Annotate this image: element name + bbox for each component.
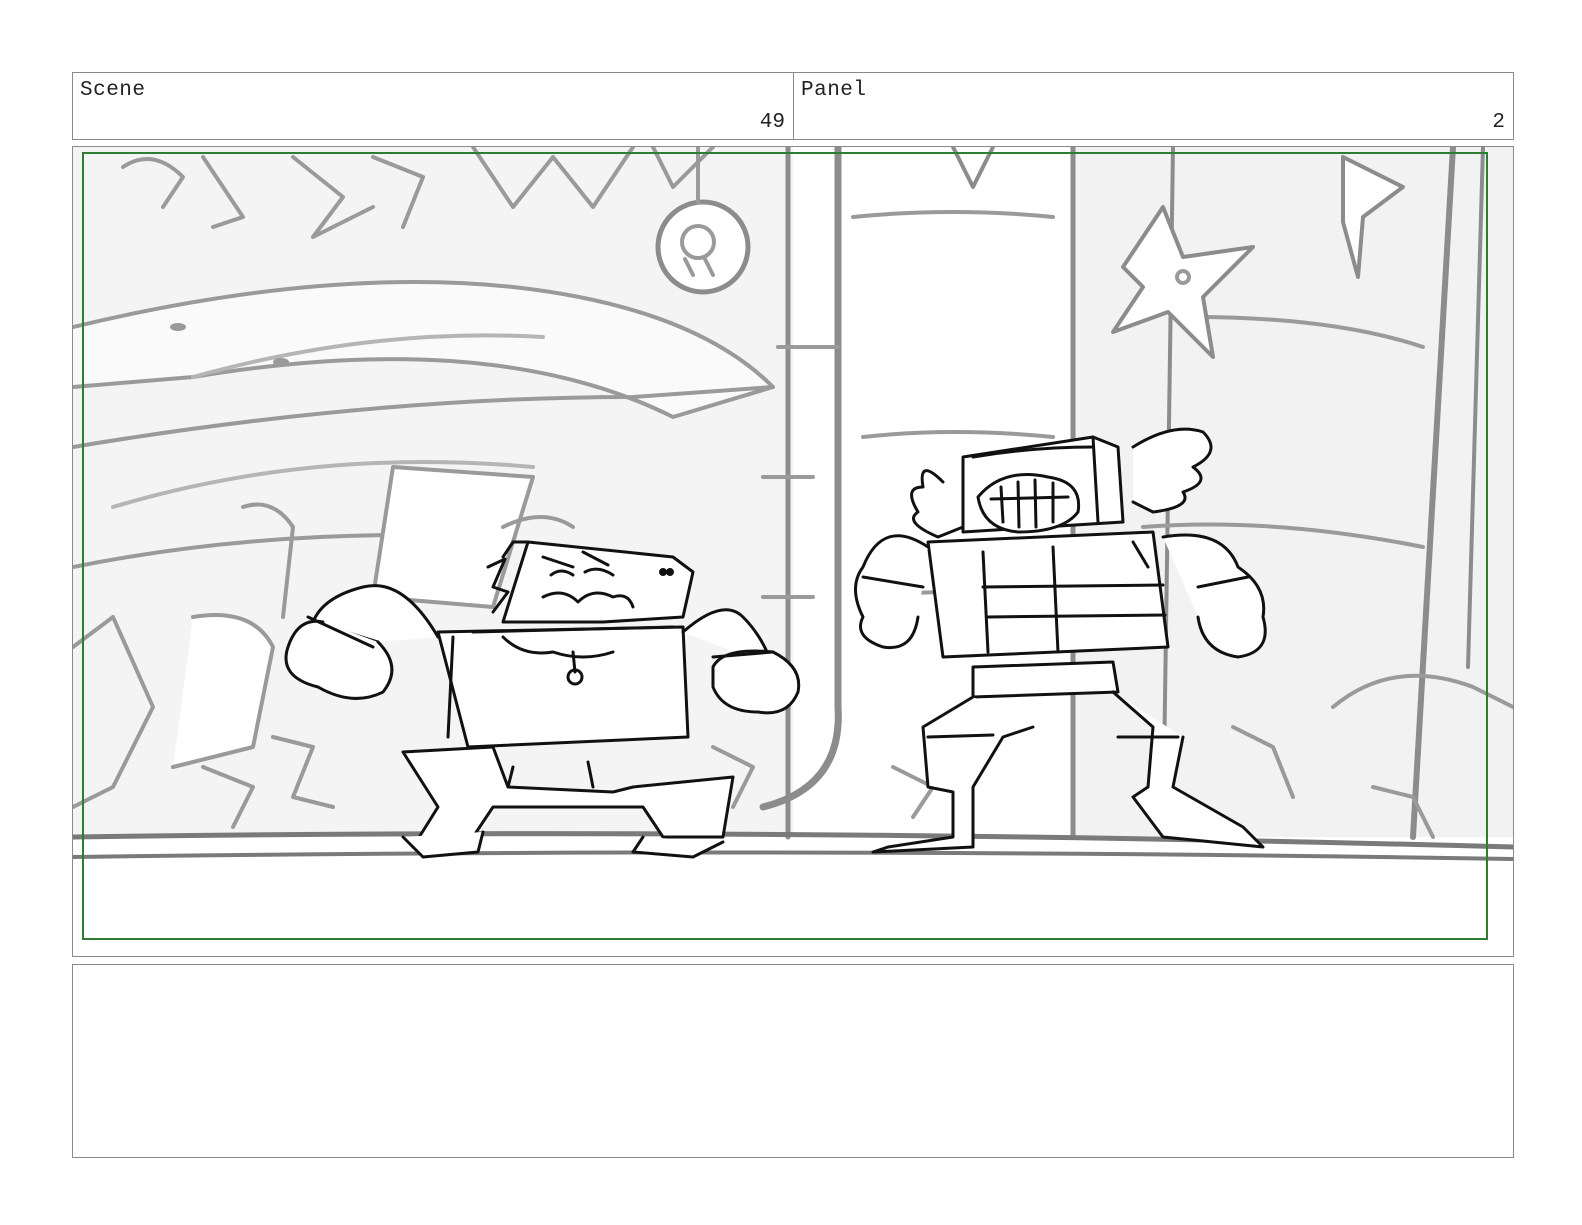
panel-cell: Panel 2 xyxy=(794,73,1513,139)
scene-label: Scene xyxy=(80,79,146,102)
scene-cell: Scene 49 xyxy=(73,73,794,139)
storyboard-panel-artwork xyxy=(72,146,1514,957)
storyboard-header: Scene 49 Panel 2 xyxy=(72,72,1514,140)
scene-number: 49 xyxy=(759,111,785,134)
notes-text xyxy=(73,965,1513,981)
panel-label: Panel xyxy=(801,79,867,102)
background-sketch xyxy=(73,147,1513,840)
ground-line xyxy=(73,831,1513,861)
sketch-drawing xyxy=(73,147,1513,940)
panel-notes-box[interactable] xyxy=(72,964,1514,1158)
panel-number: 2 xyxy=(1492,111,1505,134)
